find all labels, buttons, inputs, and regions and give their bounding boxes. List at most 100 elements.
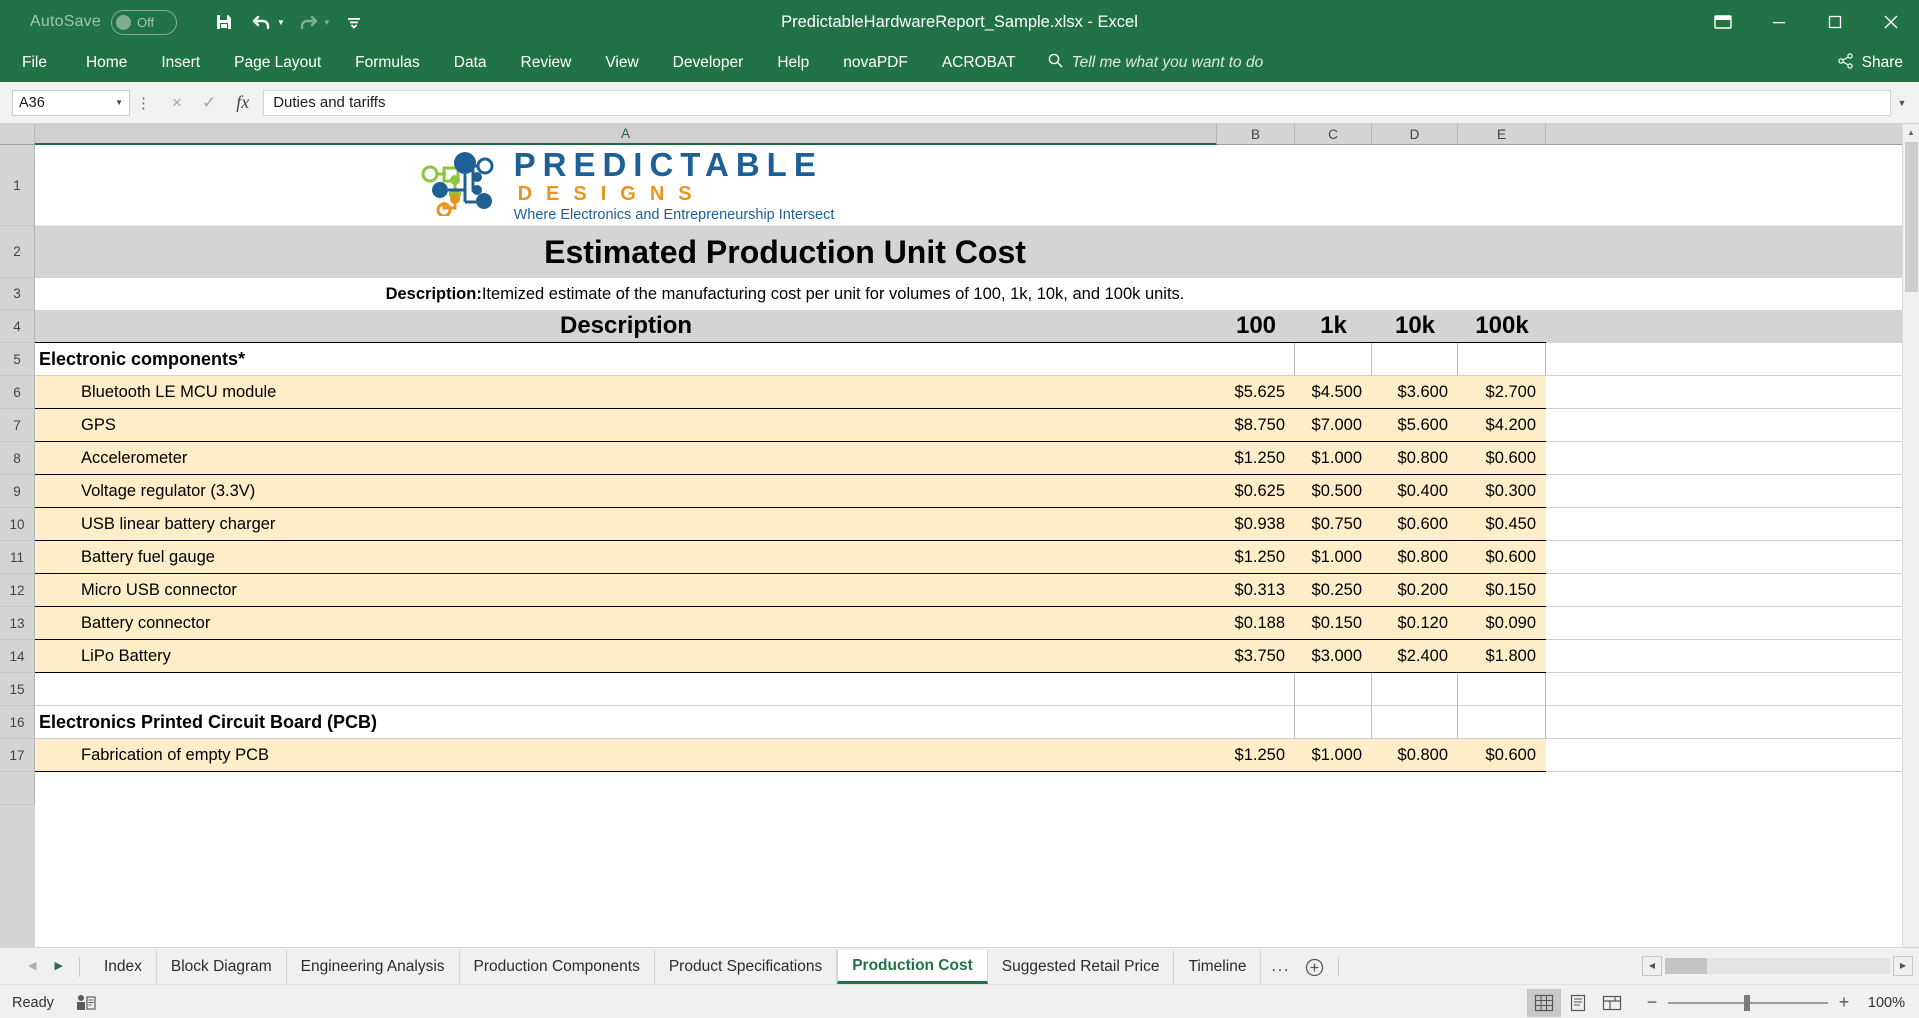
cell-d9[interactable]: $0.400 [1372, 475, 1458, 508]
hscroll-track[interactable] [1665, 958, 1890, 974]
hscroll-right-icon[interactable]: ▶ [1893, 956, 1913, 976]
row-header-16[interactable]: 16 [0, 706, 35, 739]
cell-e8[interactable]: $0.600 [1458, 442, 1546, 475]
row-header-8[interactable]: 8 [0, 442, 35, 475]
cell-e11[interactable]: $0.600 [1458, 541, 1546, 574]
add-sheet-icon[interactable] [1300, 950, 1328, 984]
cell-f2[interactable] [1535, 226, 1919, 278]
cell-a3-description[interactable]: Description: Itemized estimate of the ma… [35, 278, 1535, 310]
cell-e12[interactable]: $0.150 [1458, 574, 1546, 607]
sheet-tab-engineering-analysis[interactable]: Engineering Analysis [287, 950, 460, 984]
cell-a11[interactable]: Battery fuel gauge [35, 541, 1217, 574]
cell-c16[interactable] [1295, 706, 1372, 739]
ribbon-tab-file[interactable]: File [0, 44, 69, 82]
chevron-down-icon[interactable]: ▼ [115, 98, 123, 107]
row-header-14[interactable]: 14 [0, 640, 35, 673]
cell-b8[interactable]: $1.250 [1217, 442, 1295, 475]
zoom-in-button[interactable]: + [1837, 992, 1851, 1013]
row-header-6[interactable]: 6 [0, 376, 35, 409]
cell-f3[interactable] [1535, 278, 1919, 310]
close-icon[interactable] [1863, 0, 1919, 44]
cell-e1[interactable] [1458, 145, 1546, 226]
cell-a4-header-description[interactable]: Description [35, 310, 1217, 343]
row-header-3[interactable]: 3 [0, 278, 35, 310]
cell-e15[interactable] [1458, 673, 1546, 706]
cell-c4-header-1k[interactable]: 1k [1295, 310, 1372, 343]
cell-a1-logo[interactable]: PREDICTABLE DESIGNS Where Electronics an… [35, 145, 1217, 226]
sheet-tab-overflow[interactable]: ... [1261, 950, 1300, 984]
cell-b15[interactable] [1217, 673, 1295, 706]
cell-b4-header-100[interactable]: 100 [1217, 310, 1295, 343]
hscroll-left-icon[interactable]: ◀ [1642, 956, 1662, 976]
cell-f5[interactable] [1546, 343, 1919, 376]
row-header-10[interactable]: 10 [0, 508, 35, 541]
row-header-15[interactable]: 15 [0, 673, 35, 706]
cell-c5[interactable] [1295, 343, 1372, 376]
minimize-icon[interactable] [1751, 0, 1807, 44]
cell-f7[interactable] [1546, 409, 1919, 442]
zoom-out-button[interactable]: − [1645, 992, 1659, 1013]
autosave-switch[interactable]: Off [111, 10, 177, 35]
ribbon-tab-acrobat[interactable]: ACROBAT [925, 44, 1033, 82]
column-header-d[interactable]: D [1372, 124, 1458, 145]
cell-e4-header-100k[interactable]: 100k [1458, 310, 1546, 343]
ribbon-tab-formulas[interactable]: Formulas [338, 44, 437, 82]
cell-f17[interactable] [1546, 739, 1919, 772]
cancel-icon[interactable]: × [172, 93, 182, 113]
cell-f12[interactable] [1546, 574, 1919, 607]
column-header-a[interactable]: A [35, 124, 1217, 145]
ribbon-tab-novapdf[interactable]: novaPDF [826, 44, 925, 82]
cell-c14[interactable]: $3.000 [1295, 640, 1372, 673]
cell-d13[interactable]: $0.120 [1372, 607, 1458, 640]
cell-a2-title[interactable]: Estimated Production Unit Cost [35, 226, 1535, 278]
sheet-tab-block-diagram[interactable]: Block Diagram [157, 950, 287, 984]
enter-icon[interactable]: ✓ [202, 93, 216, 113]
name-box[interactable]: A36 ▼ [12, 90, 130, 116]
cell-f1[interactable] [1546, 145, 1919, 226]
cell-a13[interactable]: Battery connector [35, 607, 1217, 640]
cell-c6[interactable]: $4.500 [1295, 376, 1372, 409]
accessibility-checker-icon[interactable] [76, 994, 96, 1012]
scroll-up-icon[interactable]: ▲ [1903, 124, 1919, 141]
cell-c7[interactable]: $7.000 [1295, 409, 1372, 442]
column-header-e[interactable]: E [1458, 124, 1546, 145]
row-header-12[interactable]: 12 [0, 574, 35, 607]
row-header-2[interactable]: 2 [0, 226, 35, 278]
cell-d17[interactable]: $0.800 [1372, 739, 1458, 772]
ribbon-tab-review[interactable]: Review [504, 44, 589, 82]
row-header-9[interactable]: 9 [0, 475, 35, 508]
expand-formula-bar-icon[interactable]: ▼ [1891, 98, 1913, 108]
cell-a16[interactable]: Electronics Printed Circuit Board (PCB) [35, 706, 1217, 739]
ribbon-tab-help[interactable]: Help [760, 44, 826, 82]
cell-a8[interactable]: Accelerometer [35, 442, 1217, 475]
redo-dropdown-icon[interactable]: ▼ [323, 18, 331, 27]
cell-a12[interactable]: Micro USB connector [35, 574, 1217, 607]
row-header-7[interactable]: 7 [0, 409, 35, 442]
horizontal-scrollbar[interactable]: ◀ ▶ [1642, 947, 1919, 984]
cell-c17[interactable]: $1.000 [1295, 739, 1372, 772]
vertical-scrollbar[interactable]: ▲ [1902, 124, 1919, 947]
cell-a14[interactable]: LiPo Battery [35, 640, 1217, 673]
column-header-b[interactable]: B [1217, 124, 1295, 145]
cell-d6[interactable]: $3.600 [1372, 376, 1458, 409]
cell-a17[interactable]: Fabrication of empty PCB [35, 739, 1217, 772]
cell-c13[interactable]: $0.150 [1295, 607, 1372, 640]
cell-a6[interactable]: Bluetooth LE MCU module [35, 376, 1217, 409]
cell-f10[interactable] [1546, 508, 1919, 541]
cell-b16[interactable] [1217, 706, 1295, 739]
cell-b6[interactable]: $5.625 [1217, 376, 1295, 409]
cell-b1[interactable] [1217, 145, 1295, 226]
cell-b5[interactable] [1217, 343, 1295, 376]
row-header-11[interactable]: 11 [0, 541, 35, 574]
cell-a15[interactable] [35, 673, 1217, 706]
share-button[interactable]: Share [1837, 53, 1903, 74]
cell-d8[interactable]: $0.800 [1372, 442, 1458, 475]
ribbon-tab-developer[interactable]: Developer [656, 44, 761, 82]
formula-input[interactable]: Duties and tariffs [263, 90, 1891, 116]
sheet-nav-next-icon[interactable]: ▶ [54, 959, 62, 972]
normal-view-icon[interactable] [1527, 989, 1561, 1017]
cell-f14[interactable] [1546, 640, 1919, 673]
cell-b17[interactable]: $1.250 [1217, 739, 1295, 772]
cell-a10[interactable]: USB linear battery charger [35, 508, 1217, 541]
cell-b12[interactable]: $0.313 [1217, 574, 1295, 607]
